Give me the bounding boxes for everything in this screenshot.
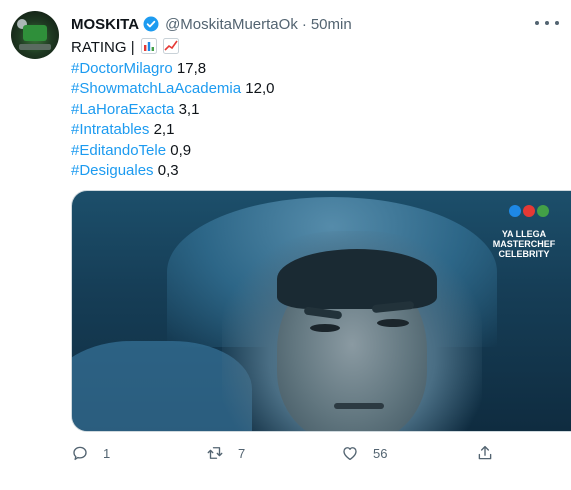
display-name[interactable]: MOSKITA	[71, 16, 139, 33]
tweet-timestamp[interactable]: 50min	[311, 16, 352, 33]
like-button[interactable]: 56	[341, 444, 387, 462]
rating-value: 3,1	[178, 100, 200, 118]
rating-value: 12,0	[245, 80, 275, 97]
image-detail	[277, 249, 437, 309]
rating-row: #Intratables 2,1	[71, 120, 274, 141]
channel-logo	[499, 205, 559, 225]
avatar[interactable]	[11, 11, 59, 59]
tweet-card[interactable]: MOSKITA @MoskitaMuertaOk · 50min RATING …	[0, 0, 571, 490]
rating-heading: RATING |	[71, 38, 274, 59]
rating-value: 0,9	[170, 141, 192, 159]
hashtag-link[interactable]: #Desiguales	[71, 162, 154, 179]
rating-row: #ShowmatchLaAcademia 12,0	[71, 79, 274, 100]
promo-overlay-text: YA LLEGA MASTERCHEF CELEBRITY	[492, 229, 556, 259]
separator-dot: ·	[301, 15, 307, 33]
verified-badge-icon	[142, 15, 160, 33]
more-options-icon[interactable]	[535, 14, 559, 32]
avatar-detail	[19, 44, 51, 50]
rating-row: #EditandoTele 0,9	[71, 141, 274, 162]
logo-dot	[537, 205, 549, 217]
heart-icon	[343, 447, 357, 461]
rating-row: #Desiguales 0,3	[71, 161, 274, 182]
rating-value: 17,8	[176, 59, 207, 77]
tweet-text: RATING | #DoctorMilagro 17,8 #ShowmatchL…	[71, 38, 274, 182]
rating-row: #LaHoraExacta 3,1	[71, 100, 274, 121]
logo-dot	[523, 205, 535, 217]
chart-increasing-emoji-icon	[162, 38, 179, 54]
hashtag-link[interactable]: #DoctorMilagro	[71, 60, 173, 77]
hashtag-link[interactable]: #ShowmatchLaAcademia	[71, 80, 241, 97]
tweet-actions-bar: 1 7 56	[71, 444, 561, 468]
reply-count: 1	[103, 445, 111, 461]
logo-dot	[509, 205, 521, 217]
hashtag-link[interactable]: #EditandoTele	[71, 142, 166, 159]
rating-value: 2,1	[153, 121, 175, 138]
share-icon	[478, 445, 492, 460]
rating-label: RATING |	[71, 39, 135, 56]
retweet-icon	[207, 447, 223, 459]
hashtag-link[interactable]: #LaHoraExacta	[71, 101, 174, 118]
image-detail	[310, 324, 340, 332]
reply-button[interactable]: 1	[71, 444, 110, 462]
share-button[interactable]	[476, 444, 494, 462]
image-detail	[377, 319, 409, 327]
retweet-count: 7	[238, 445, 246, 461]
avatar-detail	[23, 25, 47, 41]
user-handle[interactable]: @MoskitaMuertaOk	[165, 16, 298, 33]
retweet-button[interactable]: 7	[206, 444, 245, 462]
bar-chart-emoji-icon	[140, 38, 157, 54]
image-detail	[334, 403, 384, 409]
tweet-header: MOSKITA @MoskitaMuertaOk · 50min	[71, 13, 352, 35]
rating-row: #DoctorMilagro 17,8	[71, 59, 274, 80]
hashtag-link[interactable]: #Intratables	[71, 121, 149, 138]
rating-value: 0,3	[157, 162, 179, 179]
reply-icon	[73, 446, 87, 461]
like-count: 56	[373, 445, 388, 461]
tweet-media-image[interactable]: YA LLEGA MASTERCHEF CELEBRITY	[71, 190, 571, 432]
